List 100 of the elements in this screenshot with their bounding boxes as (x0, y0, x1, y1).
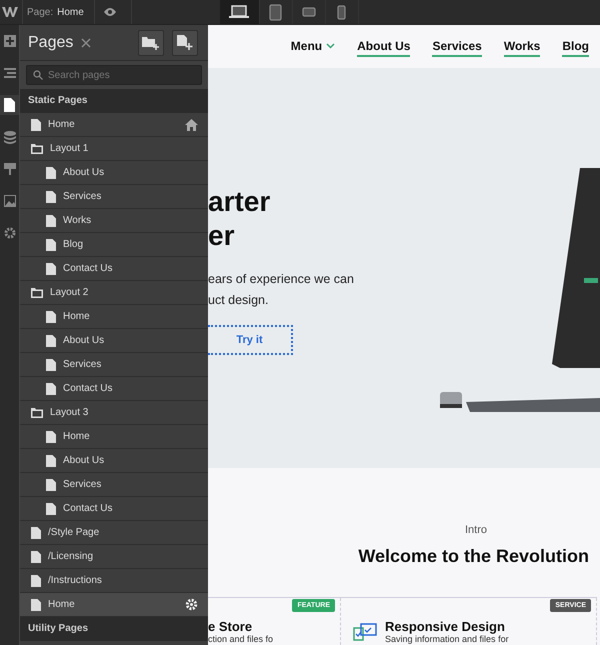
nav-link[interactable]: Services (432, 36, 482, 56)
page-icon (46, 166, 56, 178)
hero-paragraph: ears of experience we can uct design. (208, 271, 354, 309)
card-text: Saving information and files for (385, 634, 509, 644)
page-icon (46, 502, 56, 514)
page-name: Contact Us (63, 383, 114, 394)
page-label: Page: (27, 6, 54, 18)
page-row[interactable]: Home (20, 305, 208, 329)
page-icon (31, 526, 41, 538)
page-row[interactable]: Home (20, 593, 208, 617)
page-name: Home (63, 311, 91, 322)
folder-icon (31, 408, 43, 418)
devices-icon (353, 622, 377, 642)
page-row[interactable]: Contact Us (20, 497, 208, 521)
page-row[interactable]: Blog (20, 233, 208, 257)
page-name: About Us (63, 455, 106, 466)
page-name: Contact Us (63, 503, 114, 514)
database-icon (4, 130, 16, 144)
logo-icon[interactable] (2, 6, 18, 18)
page-row[interactable]: Services (20, 353, 208, 377)
page-icon (46, 382, 56, 394)
section-header: Static Pages (20, 89, 208, 113)
hero-heading: arter er (208, 185, 272, 253)
page-icon (46, 238, 56, 250)
page-row[interactable]: Services (20, 185, 208, 209)
section-header: Utility Pages (20, 617, 208, 641)
page-name: Works (63, 215, 92, 226)
page-icon (4, 98, 15, 112)
image-icon (4, 195, 16, 207)
page-icon (31, 598, 41, 610)
page-name: About Us (63, 335, 106, 346)
panel-title: Pages (28, 34, 74, 52)
nav-link[interactable]: Menu (290, 36, 336, 56)
nav-link[interactable]: Blog (562, 36, 589, 56)
page-name: Home (48, 119, 76, 130)
close-icon[interactable] (81, 38, 92, 48)
page-row[interactable]: /Licensing (20, 545, 208, 569)
try-it-button[interactable]: Try it (208, 325, 293, 355)
page-name: About Us (63, 167, 106, 178)
page-row[interactable]: About Us (20, 161, 208, 185)
page-row[interactable]: About Us (20, 449, 208, 473)
page-plus-icon (177, 35, 193, 50)
tablet-icon (269, 4, 282, 20)
page-name: Services (63, 479, 102, 490)
folder-icon (31, 144, 43, 154)
laptop-icon (229, 5, 250, 19)
page-name: Home (63, 431, 91, 442)
page-icon (46, 262, 56, 274)
new-page-button[interactable] (172, 30, 198, 56)
device-button[interactable] (220, 0, 260, 24)
folder-icon (31, 288, 43, 298)
page-name: Blog (63, 239, 84, 250)
page-name: Home (48, 599, 76, 610)
page-icon (31, 118, 41, 130)
page-name: Layout 3 (50, 407, 90, 418)
phone-icon (337, 4, 346, 20)
preview-eye-icon[interactable] (102, 7, 117, 17)
page-icon (46, 430, 56, 442)
page-icon (46, 214, 56, 226)
page-icon (46, 358, 56, 370)
page-name: /Instructions (48, 575, 103, 586)
page-row[interactable]: Layout 3 (20, 401, 208, 425)
page-icon (46, 310, 56, 322)
settings-icon (4, 227, 16, 239)
page-icon (31, 574, 41, 586)
page-name: /Licensing (48, 551, 94, 562)
plus-icon (4, 35, 16, 47)
new-folder-button[interactable] (138, 30, 164, 56)
page-row[interactable]: Home (20, 113, 208, 137)
page-name[interactable]: Home (57, 6, 84, 18)
card-title: Responsive Design (385, 619, 506, 634)
page-icon (46, 334, 56, 346)
page-icon (46, 454, 56, 466)
page-row[interactable]: Home (20, 425, 208, 449)
page-name: Contact Us (63, 263, 114, 274)
lines-icon (4, 67, 16, 79)
nav-link[interactable]: About Us (357, 36, 410, 56)
page-icon (31, 550, 41, 562)
page-name: Layout 1 (50, 143, 90, 154)
page-name: /Style Page (48, 527, 100, 538)
page-row[interactable]: Contact Us (20, 377, 208, 401)
chevron-down-icon (326, 42, 336, 48)
folder-plus-icon (142, 36, 160, 50)
page-name: Services (63, 359, 102, 370)
page-icon (46, 478, 56, 490)
tablet-landscape-icon (302, 7, 316, 17)
settings-icon[interactable] (185, 598, 198, 611)
page-row[interactable]: /Style Page (20, 521, 208, 545)
page-name: Layout 2 (50, 287, 90, 298)
page-row[interactable]: Layout 1 (20, 137, 208, 161)
card-title: e Store (208, 619, 254, 634)
search-field[interactable]: Search pages (26, 65, 202, 85)
page-row[interactable]: About Us (20, 329, 208, 353)
card-text: ction and files fo (208, 634, 274, 644)
page-row[interactable]: Contact Us (20, 257, 208, 281)
page-row[interactable]: Works (20, 209, 208, 233)
nav-link[interactable]: Works (504, 36, 540, 56)
page-row[interactable]: Services (20, 473, 208, 497)
page-icon (46, 190, 56, 202)
page-row[interactable]: Layout 2 (20, 281, 208, 305)
